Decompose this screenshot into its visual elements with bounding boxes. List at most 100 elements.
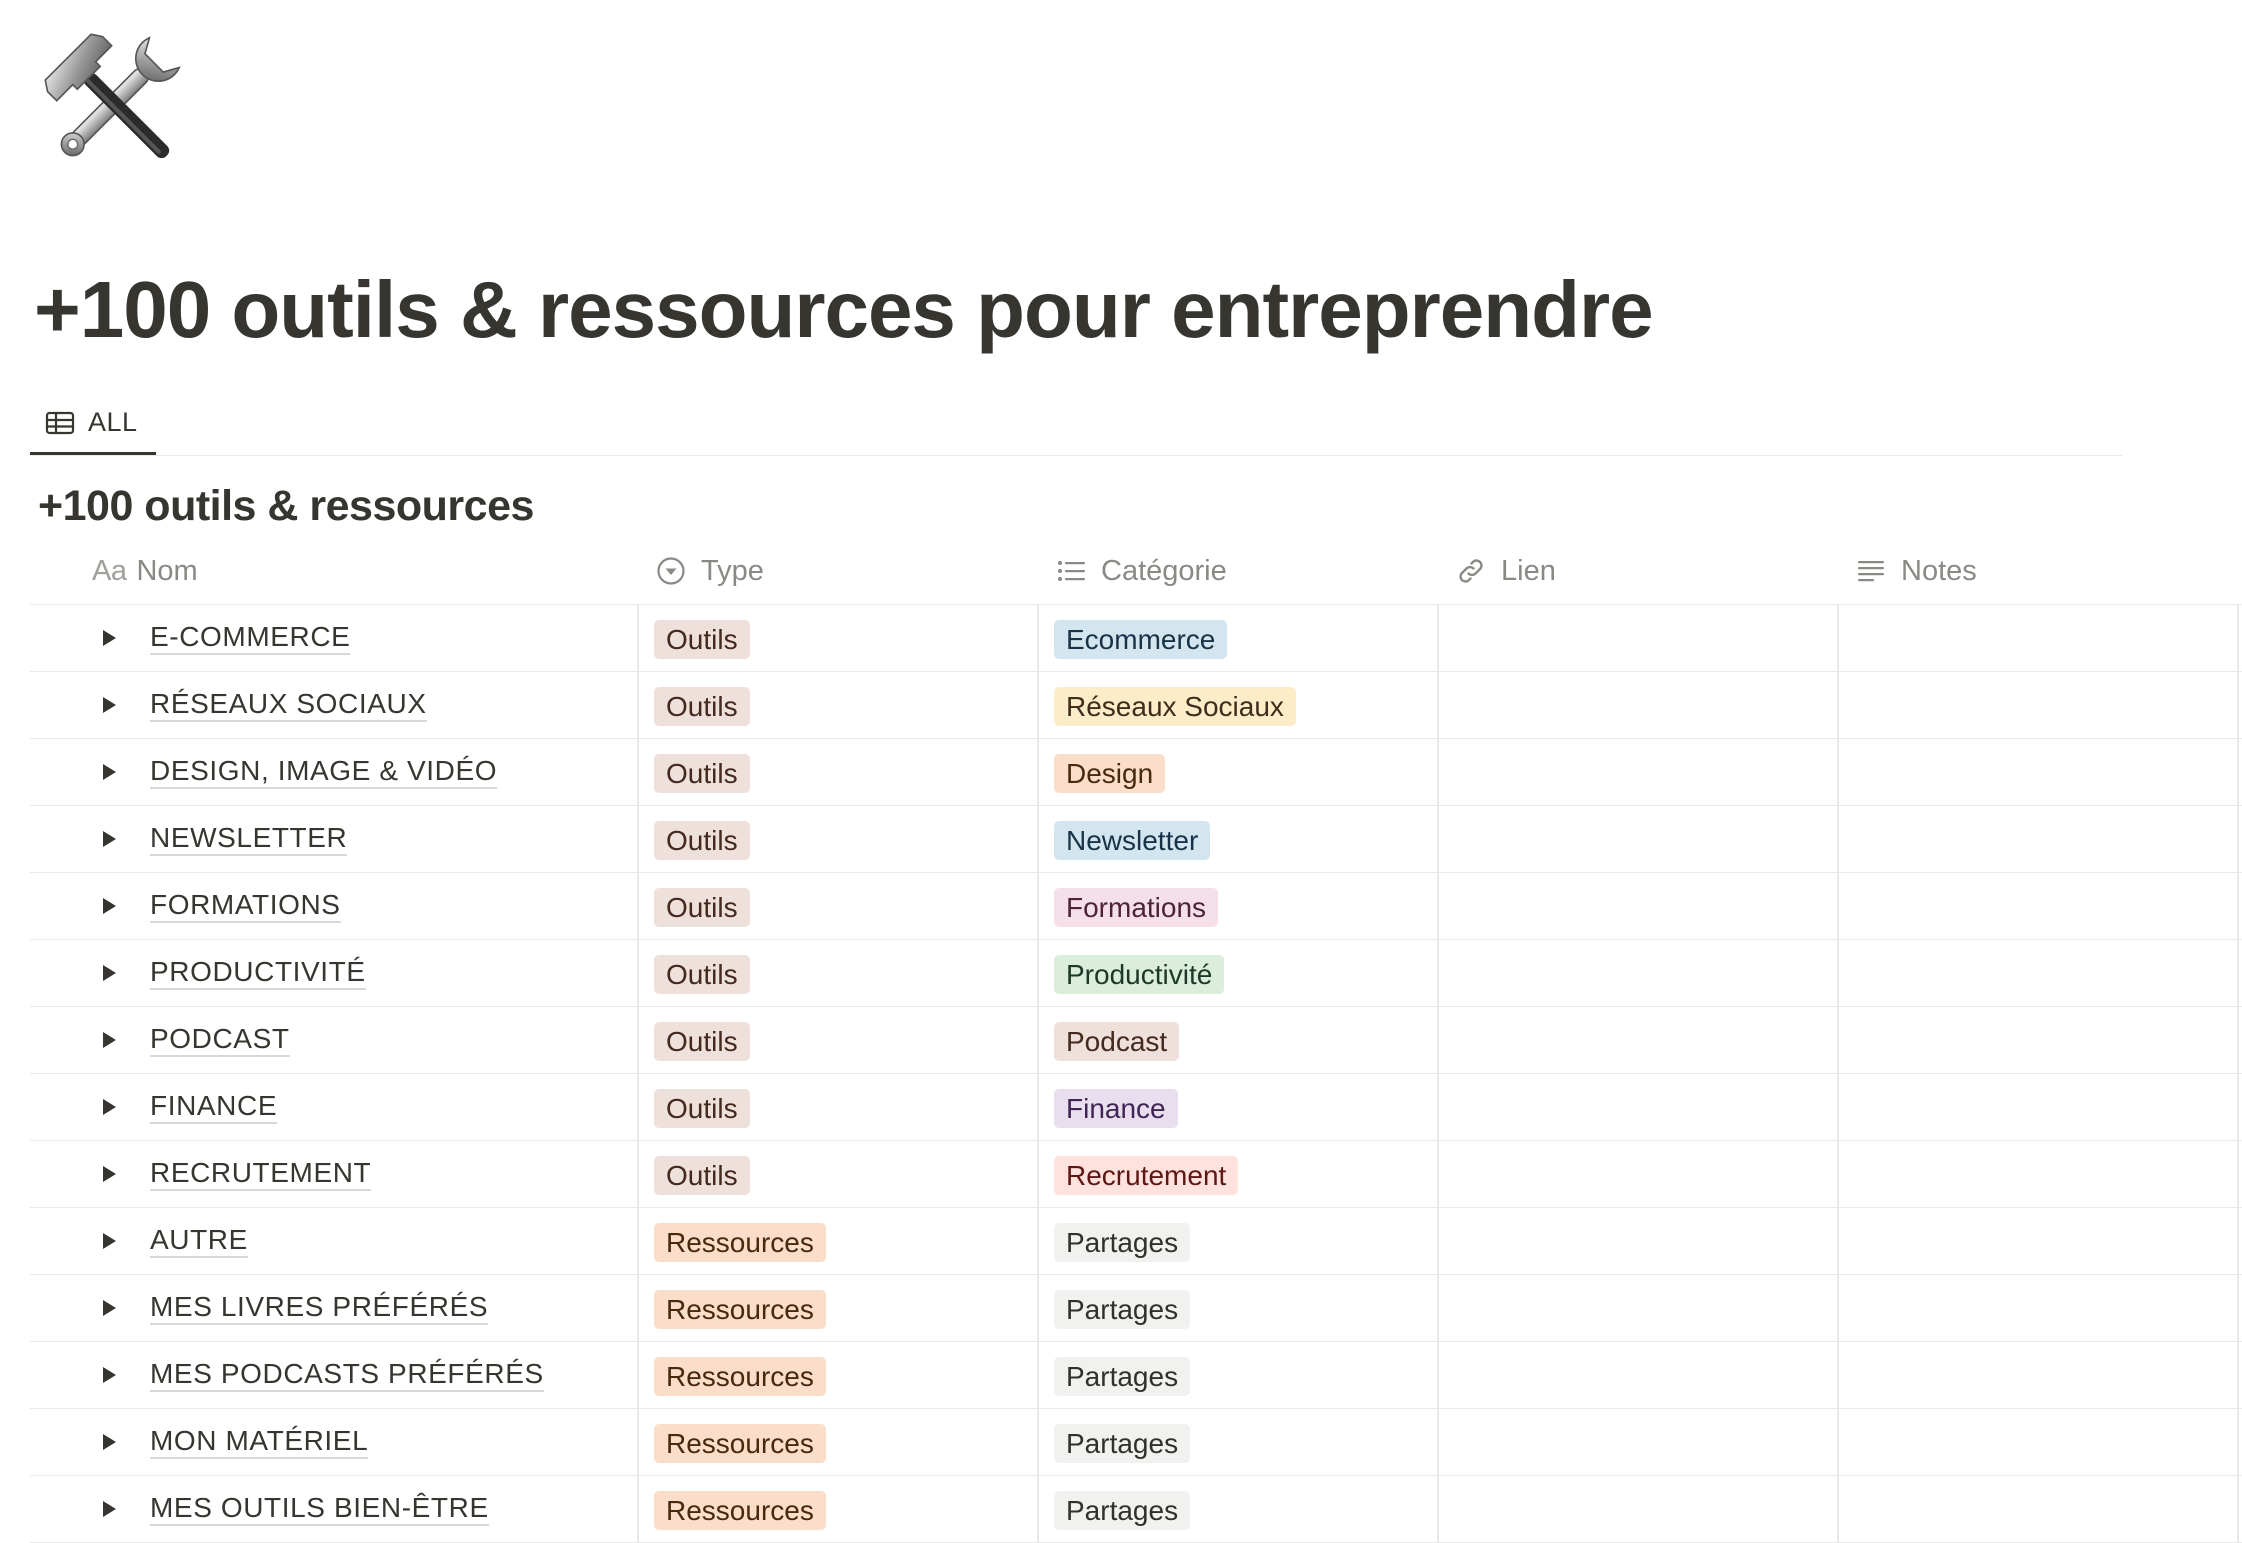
notes-cell[interactable] [1839, 672, 2237, 738]
type-tag[interactable]: Outils [654, 754, 750, 793]
toggle-triangle-icon[interactable] [94, 891, 124, 921]
row-name[interactable]: MON MATÉRIEL [150, 1409, 369, 1475]
table-row[interactable]: FINANCE Outils Finance [30, 1074, 2242, 1141]
type-tag[interactable]: Outils [654, 821, 750, 860]
type-tag[interactable]: Outils [654, 1022, 750, 1061]
link-cell[interactable] [1439, 672, 1837, 738]
category-tag[interactable]: Partages [1054, 1290, 1191, 1329]
table-row[interactable]: NEWSLETTER Outils Newsletter [30, 806, 2242, 873]
toggle-triangle-icon[interactable] [94, 1226, 124, 1256]
link-cell[interactable] [1439, 940, 1837, 1006]
column-header-notes[interactable]: Notes [1855, 538, 1977, 604]
toggle-triangle-icon[interactable] [94, 824, 124, 854]
database-title[interactable]: +100 outils & ressources [38, 478, 534, 534]
category-tag[interactable]: Newsletter [1054, 821, 1211, 860]
table-row[interactable]: MES PODCASTS PRÉFÉRÉS Ressources Partages [30, 1342, 2242, 1409]
link-cell[interactable] [1439, 739, 1837, 805]
toggle-triangle-icon[interactable] [94, 1293, 124, 1323]
notes-cell[interactable] [1839, 1074, 2237, 1140]
link-cell[interactable] [1439, 1074, 1837, 1140]
type-tag[interactable]: Ressources [654, 1491, 826, 1530]
category-tag[interactable]: Finance [1054, 1089, 1178, 1128]
category-tag[interactable]: Podcast [1054, 1022, 1180, 1061]
toggle-triangle-icon[interactable] [94, 1159, 124, 1189]
row-name[interactable]: PRODUCTIVITÉ [150, 940, 366, 1006]
type-tag[interactable]: Outils [654, 888, 750, 927]
table-row[interactable]: MES LIVRES PRÉFÉRÉS Ressources Partages [30, 1275, 2242, 1342]
notes-cell[interactable] [1839, 1141, 2237, 1207]
row-name[interactable]: MES OUTILS BIEN-ÊTRE [150, 1476, 489, 1542]
type-tag[interactable]: Outils [654, 955, 750, 994]
row-name[interactable]: E-COMMERCE [150, 605, 351, 671]
row-name[interactable]: AUTRE [150, 1208, 248, 1274]
type-tag[interactable]: Ressources [654, 1357, 826, 1396]
row-name[interactable]: MES PODCASTS PRÉFÉRÉS [150, 1342, 544, 1408]
table-row[interactable]: AUTRE Ressources Partages [30, 1208, 2242, 1275]
table-row[interactable]: DESIGN, IMAGE & VIDÉO Outils Design [30, 739, 2242, 806]
category-tag[interactable]: Ecommerce [1054, 620, 1228, 659]
notes-cell[interactable] [1839, 1342, 2237, 1408]
tab-all[interactable]: ALL [30, 393, 156, 455]
link-cell[interactable] [1439, 605, 1837, 671]
row-name[interactable]: MES LIVRES PRÉFÉRÉS [150, 1275, 489, 1341]
link-cell[interactable] [1439, 1409, 1837, 1475]
type-tag[interactable]: Outils [654, 1089, 750, 1128]
table-row[interactable]: PRODUCTIVITÉ Outils Productivité [30, 940, 2242, 1007]
category-tag[interactable]: Partages [1054, 1223, 1191, 1262]
notes-cell[interactable] [1839, 739, 2237, 805]
link-cell[interactable] [1439, 806, 1837, 872]
link-cell[interactable] [1439, 1342, 1837, 1408]
row-name[interactable]: DESIGN, IMAGE & VIDÉO [150, 739, 498, 805]
category-tag[interactable]: Productivité [1054, 955, 1225, 994]
link-cell[interactable] [1439, 1476, 1837, 1542]
toggle-triangle-icon[interactable] [94, 1427, 124, 1457]
table-row[interactable]: E-COMMERCE Outils Ecommerce [30, 605, 2242, 672]
link-cell[interactable] [1439, 1141, 1837, 1207]
row-name[interactable]: FINANCE [150, 1074, 278, 1140]
row-name[interactable]: NEWSLETTER [150, 806, 348, 872]
row-name[interactable]: PODCAST [150, 1007, 290, 1073]
type-tag[interactable]: Ressources [654, 1290, 826, 1329]
notes-cell[interactable] [1839, 1007, 2237, 1073]
notes-cell[interactable] [1839, 1275, 2237, 1341]
notes-cell[interactable] [1839, 1409, 2237, 1475]
notes-cell[interactable] [1839, 940, 2237, 1006]
category-tag[interactable]: Réseaux Sociaux [1054, 687, 1296, 726]
notes-cell[interactable] [1839, 873, 2237, 939]
toggle-triangle-icon[interactable] [94, 1092, 124, 1122]
link-cell[interactable] [1439, 1007, 1837, 1073]
toggle-triangle-icon[interactable] [94, 1360, 124, 1390]
column-header-lien[interactable]: Lien [1455, 538, 1556, 604]
toggle-triangle-icon[interactable] [94, 690, 124, 720]
type-tag[interactable]: Outils [654, 1156, 750, 1195]
link-cell[interactable] [1439, 1208, 1837, 1274]
toggle-triangle-icon[interactable] [94, 623, 124, 653]
table-row[interactable]: PODCAST Outils Podcast [30, 1007, 2242, 1074]
table-row[interactable]: MES OUTILS BIEN-ÊTRE Ressources Partages [30, 1476, 2242, 1543]
notes-cell[interactable] [1839, 1476, 2237, 1542]
link-cell[interactable] [1439, 1275, 1837, 1341]
category-tag[interactable]: Partages [1054, 1357, 1191, 1396]
table-row[interactable]: MON MATÉRIEL Ressources Partages [30, 1409, 2242, 1476]
row-name[interactable]: RÉSEAUX SOCIAUX [150, 672, 427, 738]
toggle-triangle-icon[interactable] [94, 1025, 124, 1055]
category-tag[interactable]: Design [1054, 754, 1166, 793]
table-row[interactable]: RECRUTEMENT Outils Recrutement [30, 1141, 2242, 1208]
type-tag[interactable]: Outils [654, 687, 750, 726]
column-header-type[interactable]: Type [655, 538, 764, 604]
category-tag[interactable]: Partages [1054, 1491, 1191, 1530]
row-name[interactable]: RECRUTEMENT [150, 1141, 372, 1207]
link-cell[interactable] [1439, 873, 1837, 939]
table-row[interactable]: RÉSEAUX SOCIAUX Outils Réseaux Sociaux [30, 672, 2242, 739]
category-tag[interactable]: Formations [1054, 888, 1219, 927]
type-tag[interactable]: Ressources [654, 1223, 826, 1262]
type-tag[interactable]: Ressources [654, 1424, 826, 1463]
table-row[interactable]: FORMATIONS Outils Formations [30, 873, 2242, 940]
column-header-categorie[interactable]: Catégorie [1055, 538, 1227, 604]
notes-cell[interactable] [1839, 1208, 2237, 1274]
notes-cell[interactable] [1839, 806, 2237, 872]
toggle-triangle-icon[interactable] [94, 757, 124, 787]
toggle-triangle-icon[interactable] [94, 1494, 124, 1524]
category-tag[interactable]: Partages [1054, 1424, 1191, 1463]
column-header-nom[interactable]: Aa Nom [92, 538, 198, 604]
